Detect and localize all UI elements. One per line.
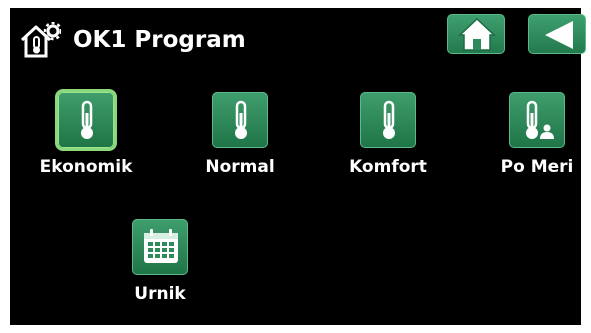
normal-label: Normal — [205, 157, 275, 177]
komfort-button[interactable] — [360, 92, 416, 148]
urnik-button[interactable] — [132, 219, 188, 275]
thermometer-user-icon — [526, 100, 554, 139]
ekonomik-button[interactable] — [58, 92, 114, 148]
program-option-po-meri[interactable]: Po Meri — [482, 92, 591, 202]
home-icon — [458, 17, 496, 51]
ekonomik-label: Ekonomik — [39, 157, 133, 177]
thermometer-icon — [81, 100, 93, 139]
po-meri-label: Po Meri — [500, 157, 574, 177]
komfort-label: Komfort — [349, 157, 427, 177]
back-button[interactable] — [528, 14, 586, 54]
thermometer-icon — [235, 100, 247, 139]
house-thermometer-gear-icon — [19, 21, 63, 60]
thermometer-icon — [383, 100, 395, 139]
program-option-ekonomik[interactable]: Ekonomik — [31, 92, 141, 202]
po-meri-button[interactable] — [509, 92, 565, 148]
normal-button[interactable] — [212, 92, 268, 148]
page-title: OK1 Program — [73, 27, 246, 53]
back-arrow-icon — [545, 21, 573, 49]
urnik-label: Urnik — [134, 284, 186, 304]
calendar-icon — [144, 229, 178, 263]
home-button[interactable] — [447, 14, 505, 54]
screen: OK1 Program Ekonomik Normal Komfort Po M… — [0, 0, 591, 333]
program-option-normal[interactable]: Normal — [185, 92, 295, 202]
program-option-komfort[interactable]: Komfort — [333, 92, 443, 202]
program-option-urnik[interactable]: Urnik — [105, 219, 215, 329]
display-panel: OK1 Program Ekonomik Normal Komfort Po M… — [10, 8, 586, 325]
